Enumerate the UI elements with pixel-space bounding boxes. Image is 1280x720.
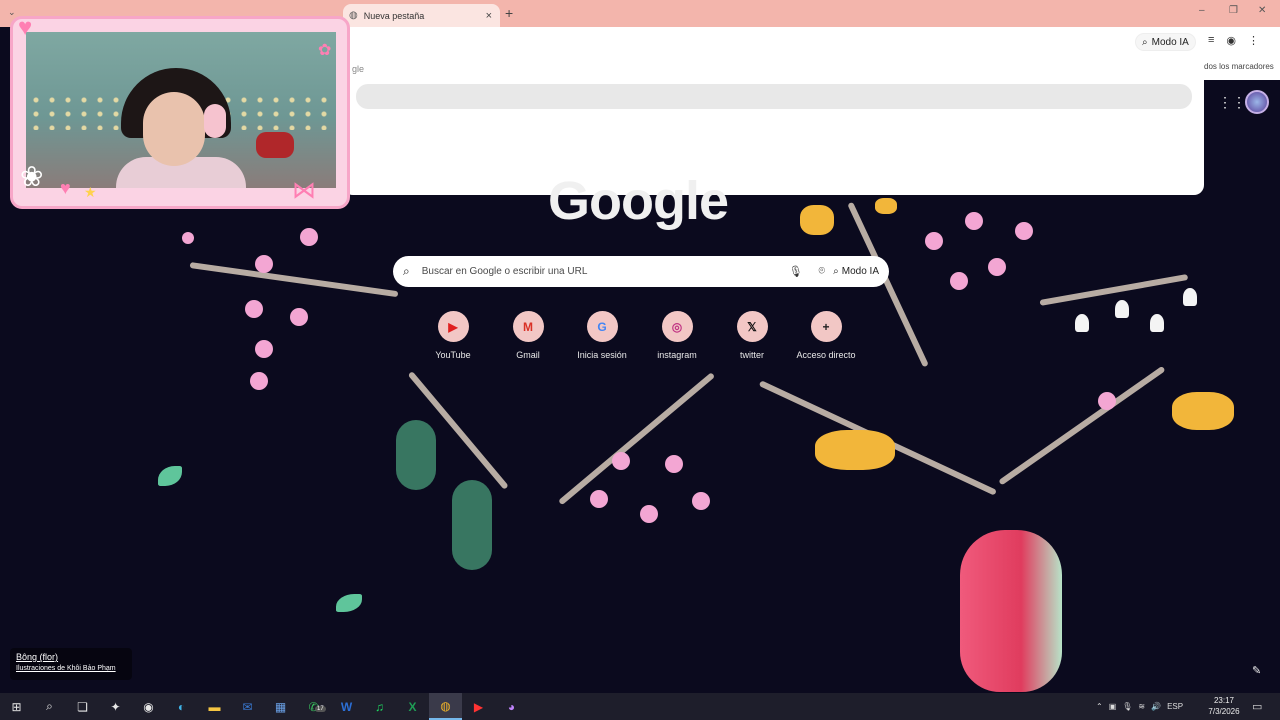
omnibox-suggestion-row[interactable] [356,84,1192,109]
shortcut-gmail[interactable]: M Gmail [490,311,566,360]
shortcut-youtube[interactable]: ▶ YouTube [415,311,491,360]
shortcut-label: Acceso directo [796,350,856,360]
search-icon[interactable]: ⌕ [33,693,66,720]
gmail-icon: M [512,311,544,342]
heart-sticker-icon: ♥ [60,178,71,198]
theme-credit[interactable]: Bông (flor) Ilustraciones de Khôi Bảo Ph… [10,648,132,680]
close-tab-button[interactable]: × [486,10,492,22]
excel-icon[interactable]: X [396,693,429,720]
add-shortcut-button[interactable]: + Acceso directo [788,311,864,360]
ai-mode-search-button[interactable]: ⌕ Modo IA [833,266,879,277]
bunny-sticker-icon: ✿ [318,42,332,59]
shortcut-google[interactable]: G Inicia sesión [564,311,640,360]
bunny-sticker-icon: ❀ [20,161,44,192]
language-indicator[interactable]: ESP [1167,702,1183,711]
word-icon[interactable]: W [330,693,363,720]
tab-search-icon[interactable]: ⌄ [8,7,16,18]
webcam-feed [26,32,336,188]
chevron-up-icon[interactable]: ⌃ [1096,702,1103,711]
maximize-button[interactable]: ❐ [1229,5,1238,16]
pillow [256,132,294,158]
new-tab-button[interactable]: + [505,5,513,21]
ai-mode-label: Modo IA [1151,36,1189,48]
omnibox-dropdown [343,27,1204,195]
ntp-search-box[interactable]: ⌕ Buscar en Google o escribir una URL 🎙 … [393,256,889,287]
google-lens-icon[interactable]: ⌾ [819,265,826,278]
reading-list-icon[interactable]: ≡ [1208,34,1214,47]
youtube-icon: ▶ [437,311,469,342]
calculator-icon[interactable]: ▦ [264,693,297,720]
taskbar: ⊞ ⌕ ❏ ✦ ◉ ◐ ▬ ✉ ▦ ✆ 17 W ♫ X ◍ ▶ ◕ [0,693,1280,720]
account-avatar[interactable] [1245,90,1269,114]
chrome-tab-icon: ◍ [349,10,358,21]
shortcut-label: YouTube [435,350,471,360]
star-sticker-icon: ★ [84,184,97,200]
app-tray-icon[interactable]: ▣ [1109,702,1117,711]
toolbar-icons: ≡ ◉ ⋮ [1208,34,1259,47]
microphone-icon[interactable]: 🎙 [1122,702,1132,711]
person-face [143,92,205,166]
minimize-button[interactable]: – [1199,5,1205,16]
clock-time: 23:17 [1213,696,1235,705]
shortcut-twitter[interactable]: 𝕏 twitter [714,311,790,360]
google-icon: G [586,311,618,342]
shortcut-label: twitter [739,350,764,360]
google-logo: Google [548,171,729,231]
search-sparkle-icon: ⌕ [833,266,839,277]
heart-sticker-icon: ♥ [18,14,33,41]
menu-icon[interactable]: ⋮ [1248,34,1259,47]
clock[interactable]: 23:17 7/3/2026 [1204,695,1244,717]
ai-mode-search-label: Modo IA [841,266,879,277]
edge-icon[interactable]: ◐ [165,693,198,720]
whatsapp-badge: 17 [315,706,326,712]
clock-date: 7/3/2026 [1208,707,1240,716]
shortcut-label: Gmail [516,350,540,360]
x-icon: 𝕏 [736,311,768,342]
theme-author-link[interactable]: Ilustraciones de Khôi Bảo Phạm [16,665,126,672]
search-icon: ⌕ [403,264,410,278]
start-icon[interactable]: ⊞ [0,693,33,720]
instagram-icon: ◎ [661,311,693,342]
youtube-music-icon[interactable]: ▶ [462,693,495,720]
omnibox-suggestion-text[interactable]: gle [352,64,364,74]
shortcut-label: Inicia sesión [577,350,627,360]
add-icon: + [810,311,842,342]
search-input[interactable]: Buscar en Google o escribir una URL [422,266,781,277]
outlook-icon[interactable]: ✉ [231,693,264,720]
ai-mode-button[interactable]: ⌕ Modo IA [1135,33,1196,51]
profile-icon[interactable]: ◉ [1226,34,1236,47]
microphone-icon[interactable]: 🎙 [789,265,803,278]
shortcut-label: instagram [657,350,697,360]
customize-pencil-icon[interactable]: ✎ [1252,664,1261,677]
app-icon[interactable]: ◉ [132,693,165,720]
close-window-button[interactable]: ✕ [1258,5,1266,16]
tab-title: Nueva pestaña [363,10,425,21]
wifi-icon[interactable]: ≋ [1138,702,1145,711]
all-bookmarks-link[interactable]: dos los marcadores [1204,62,1274,71]
file-explorer-icon[interactable]: ▬ [198,693,231,720]
discord-icon[interactable]: ◕ [495,693,528,720]
shortcut-instagram[interactable]: ◎ instagram [639,311,715,360]
apps-grid-icon[interactable]: ⋮⋮ [1218,94,1246,111]
search-sparkle-icon: ⌕ [1142,36,1148,48]
headset [204,104,226,138]
volume-icon[interactable]: 🔊 [1151,702,1161,711]
theme-name-link[interactable]: Bông (flor) [16,652,126,662]
whatsapp-button[interactable]: ✆ 17 [297,693,330,720]
copilot-icon[interactable]: ✦ [99,693,132,720]
spotify-icon[interactable]: ♫ [363,693,396,720]
task-view-icon[interactable]: ❏ [66,693,99,720]
notification-icon[interactable]: ▭ [1252,700,1262,713]
system-tray: ⌃ ▣ 🎙 ≋ 🔊 ESP [1096,693,1183,720]
tab-new-tab[interactable]: ◍ Nueva pestaña × [343,4,500,27]
bow-sticker-icon: ⋈ [292,177,316,204]
chrome-icon[interactable]: ◍ [429,693,462,720]
